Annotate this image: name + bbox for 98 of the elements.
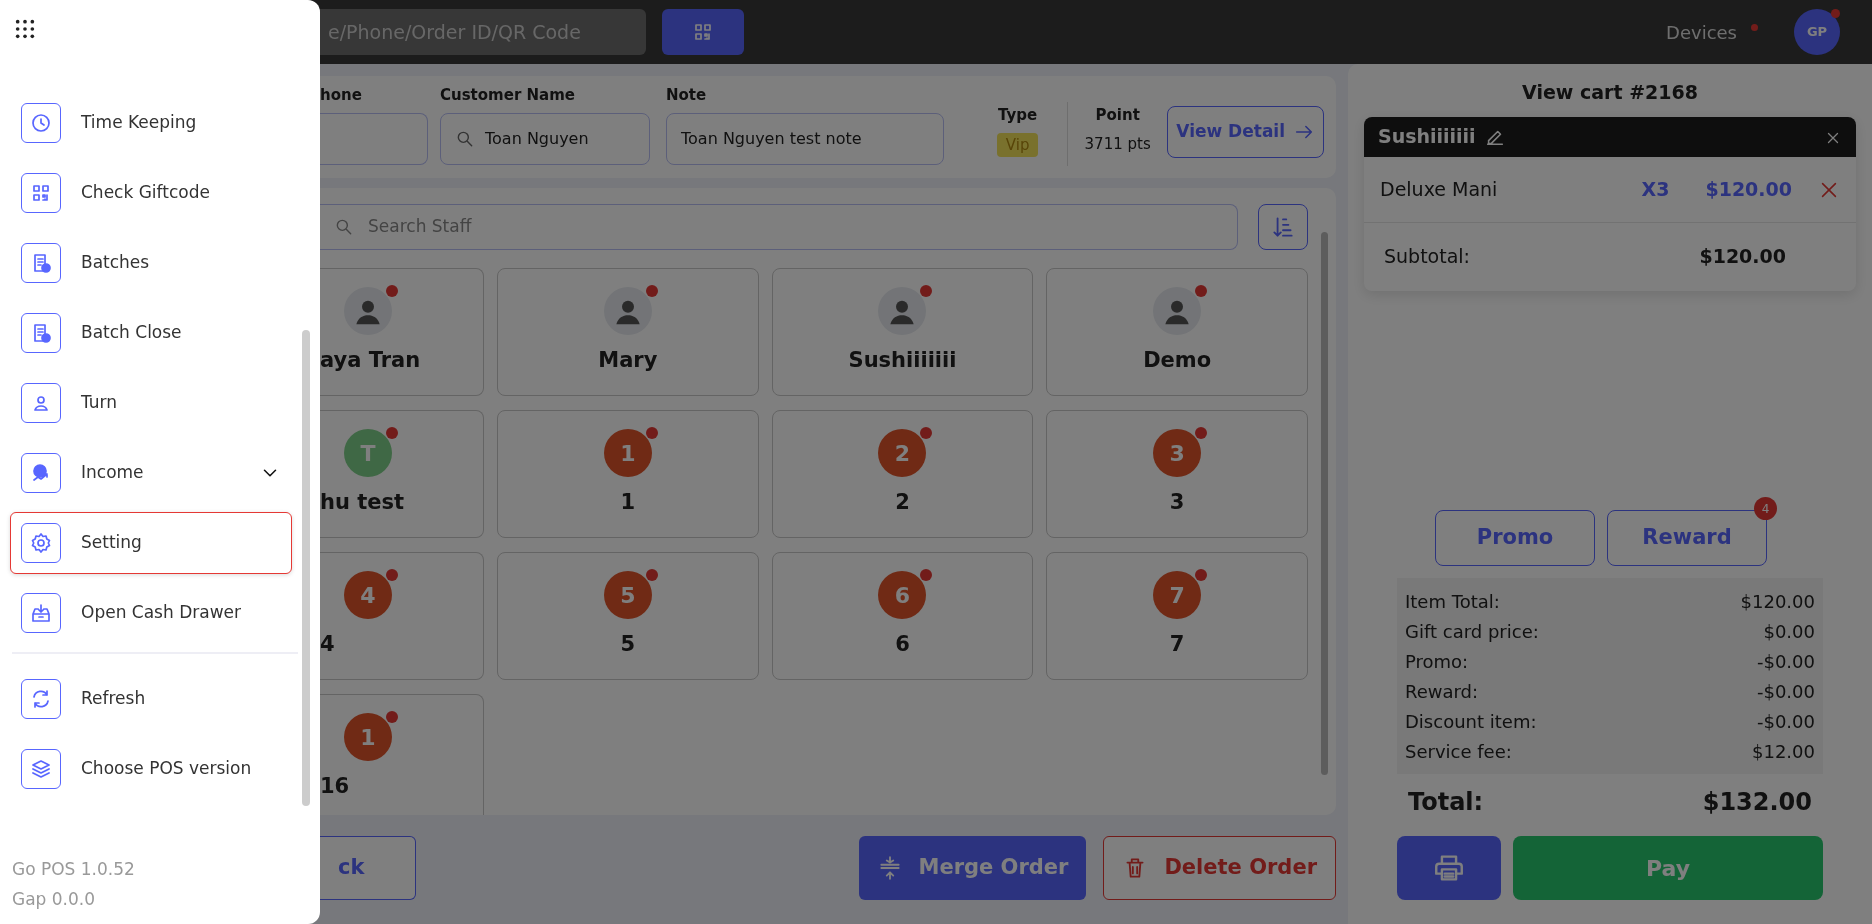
- summary-label: Item Total:: [1405, 589, 1500, 614]
- avatar: 5: [603, 571, 652, 620]
- clock-icon: [21, 103, 61, 143]
- search-icon: [334, 217, 354, 237]
- menu-item[interactable]: Setting: [10, 512, 292, 574]
- field-label: Note: [666, 85, 708, 106]
- staff-card[interactable]: 7 7: [1046, 552, 1308, 680]
- staff-card[interactable]: T hu test: [320, 410, 484, 538]
- staff-card[interactable]: Sushiiiiiii: [771, 268, 1034, 396]
- view-detail-button[interactable]: View Detail: [1167, 106, 1324, 158]
- field-label: Customer Name: [440, 85, 576, 106]
- notification-dot: [386, 569, 398, 582]
- total-value: $132.00: [1702, 787, 1812, 818]
- avatar: 2: [878, 429, 927, 478]
- notification-dot: [386, 711, 398, 724]
- qr-scan-button[interactable]: [662, 9, 744, 55]
- cash-drawer-icon: [21, 593, 61, 633]
- back-button[interactable]: ck: [320, 836, 416, 900]
- notification-dot: [1195, 427, 1208, 440]
- summary-value: -$0.00: [1756, 649, 1815, 674]
- scrollbar[interactable]: [1321, 232, 1328, 775]
- avatar: 4: [344, 571, 392, 620]
- sort-icon: [1270, 214, 1296, 240]
- print-button[interactable]: [1397, 836, 1501, 900]
- notification-dot: [1195, 285, 1208, 298]
- notification-dot: [920, 427, 933, 440]
- point-value: 3711 pts: [1084, 133, 1151, 155]
- avatar: T: [344, 429, 392, 478]
- avatar: 1: [344, 713, 392, 762]
- avatar: [878, 287, 927, 336]
- alert-dot: [1831, 9, 1840, 18]
- cart-title: View cart #2168: [1522, 80, 1698, 105]
- staff-card[interactable]: 5 5: [497, 552, 759, 680]
- summary-label: Discount item:: [1405, 709, 1537, 734]
- avatar: 6: [878, 571, 927, 620]
- summary-label: Reward:: [1405, 679, 1479, 704]
- summary-label: Service fee:: [1405, 739, 1512, 764]
- avatar: 1: [603, 429, 652, 478]
- subtotal-label: Subtotal:: [1384, 244, 1470, 270]
- summary-value: -$0.00: [1756, 709, 1815, 734]
- staff-name: Sushiiiiiii: [1378, 124, 1476, 150]
- notification-dot: [1195, 569, 1208, 582]
- version-text: Go POS 1.0.52: [12, 858, 136, 881]
- notification-dot: [386, 427, 398, 440]
- summary-value: $120.00: [1740, 589, 1815, 614]
- scrollbar[interactable]: [302, 330, 310, 806]
- version-text: Gap 0.0.0: [12, 888, 97, 911]
- notification-dot: [645, 569, 658, 582]
- item-price: $120.00: [1705, 176, 1792, 202]
- user-avatar[interactable]: GP: [1794, 9, 1840, 55]
- refresh-icon: [21, 679, 61, 719]
- staff-card[interactable]: 6 6: [771, 552, 1034, 680]
- avatar: [1153, 287, 1202, 336]
- notification-dot: [920, 285, 933, 298]
- avatar: 3: [1153, 429, 1202, 478]
- notification-dot: [386, 285, 398, 298]
- delete-order-button[interactable]: Delete Order: [1103, 836, 1336, 900]
- item-name: Deluxe Mani: [1380, 176, 1498, 202]
- summary-label: Promo:: [1405, 649, 1469, 674]
- layers-icon: [21, 749, 61, 789]
- type-label: Type: [998, 105, 1038, 126]
- summary-value: $12.00: [1752, 739, 1815, 764]
- total-label: Total:: [1408, 787, 1484, 818]
- promo-button[interactable]: Promo: [1435, 510, 1595, 566]
- devices-link[interactable]: Devices: [1666, 18, 1737, 46]
- staff-card[interactable]: aya Tran: [320, 268, 484, 396]
- receipt-icon: [21, 313, 61, 353]
- staff-card[interactable]: 2 2: [771, 410, 1034, 538]
- field-label: hone: [320, 85, 363, 106]
- avatar: [344, 287, 392, 336]
- staff-card[interactable]: 1 16: [320, 694, 484, 815]
- alert-dot: [1751, 23, 1758, 31]
- staff-card[interactable]: Demo: [1046, 268, 1308, 396]
- sort-button[interactable]: [1258, 204, 1308, 250]
- qr-code-icon: [21, 173, 61, 213]
- summary-value: $0.00: [1763, 619, 1815, 644]
- subtotal-value: $120.00: [1699, 244, 1786, 270]
- input-field[interactable]: Toan Nguyen test note: [666, 112, 944, 165]
- notification-dot: [645, 285, 658, 298]
- notification-dot: [645, 427, 658, 440]
- input-field[interactable]: Toan Nguyen: [440, 112, 650, 165]
- staff-card[interactable]: 4 4: [320, 552, 484, 680]
- income-icon: [21, 453, 61, 493]
- staff-card[interactable]: 3 3: [1046, 410, 1308, 538]
- count-badge: 4: [1754, 497, 1777, 520]
- staff-card[interactable]: Mary: [497, 268, 759, 396]
- receipt-icon: [21, 243, 61, 283]
- summary-label: Gift card price:: [1405, 619, 1539, 644]
- point-label: Point: [1095, 105, 1140, 126]
- merge-order-button[interactable]: Merge Order: [858, 836, 1087, 900]
- avatar: 7: [1153, 571, 1202, 620]
- user-icon: [21, 383, 61, 423]
- item-quantity: X3: [1641, 176, 1670, 202]
- summary-value: -$0.00: [1756, 679, 1815, 704]
- search-field[interactable]: Search Staff: [320, 204, 1238, 250]
- notification-dot: [920, 569, 933, 582]
- settings-icon: [21, 523, 61, 563]
- staff-card[interactable]: 1 1: [497, 410, 759, 538]
